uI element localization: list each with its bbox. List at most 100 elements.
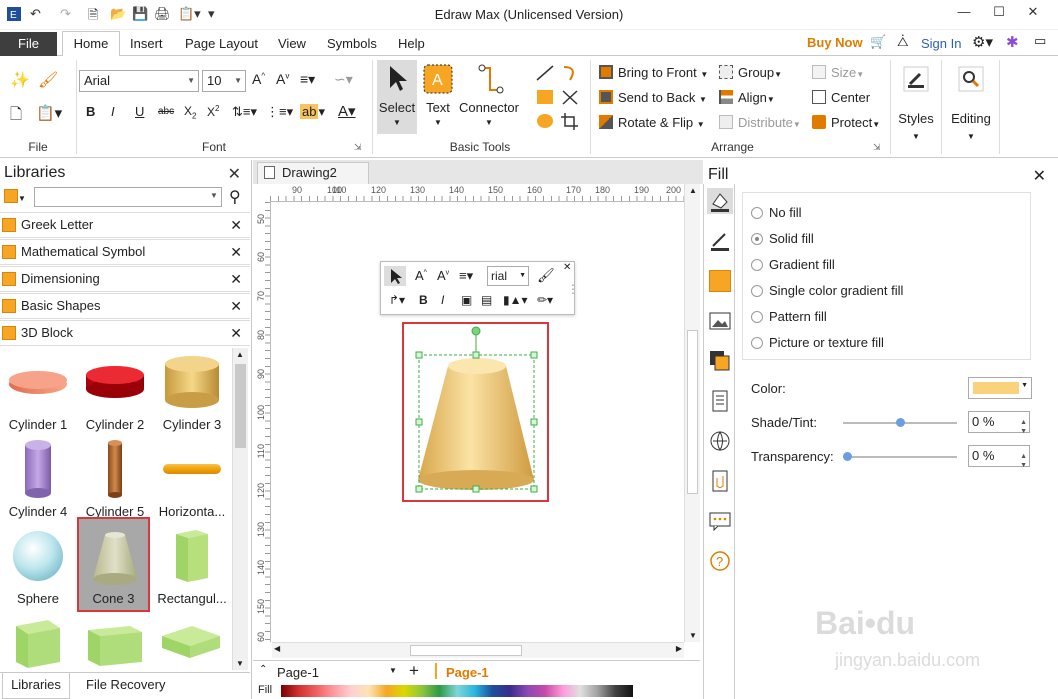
- bullets-icon[interactable]: ⋮≡▾: [266, 104, 293, 120]
- shape-cylinder-5[interactable]: Cylinder 5: [77, 435, 153, 521]
- text-tool-button[interactable]: A Text ▼: [420, 60, 456, 134]
- page-select[interactable]: Page-1: [277, 665, 319, 680]
- shape-cylinder-4[interactable]: Cylinder 4: [0, 435, 76, 521]
- library-scrollbar[interactable]: ▲ ▼: [232, 348, 248, 670]
- chevron-down-icon[interactable]: ▼: [1020, 422, 1027, 442]
- font-name-select[interactable]: Arial ▼: [79, 70, 199, 92]
- shape-rectangular-block[interactable]: Rectangul...: [154, 522, 230, 608]
- vertical-scrollbar[interactable]: ▲ ▼: [684, 184, 700, 642]
- brush-icon[interactable]: 🖌: [537, 267, 555, 284]
- close-icon[interactable]: ✕: [1033, 166, 1046, 186]
- chevron-down-icon[interactable]: ▼: [1020, 456, 1027, 476]
- tab-file-recovery[interactable]: File Recovery: [86, 673, 165, 699]
- pen-tool-icon[interactable]: [560, 88, 580, 106]
- underline-icon[interactable]: U: [135, 104, 144, 119]
- cone-shape[interactable]: [410, 322, 544, 498]
- transparency-slider[interactable]: [843, 456, 957, 458]
- shape-horizontal-cylinder[interactable]: Horizonta...: [154, 435, 230, 521]
- tab-drawing2[interactable]: Drawing2: [257, 162, 369, 184]
- increase-font-icon[interactable]: A^: [415, 268, 427, 283]
- scrollbar-thumb[interactable]: [410, 645, 522, 656]
- shape-cone-3[interactable]: Cone 3: [77, 517, 150, 612]
- close-icon[interactable]: ✕: [230, 294, 242, 318]
- maximize-icon[interactable]: ☐: [987, 4, 1011, 20]
- transparency-slider-thumb[interactable]: [843, 452, 852, 461]
- share-icon[interactable]: ⧊: [897, 34, 909, 50]
- send-to-back-button[interactable]: Send to Back ▼: [599, 90, 707, 105]
- library-search-input[interactable]: [34, 187, 222, 207]
- tab-libraries[interactable]: Libraries: [2, 673, 70, 699]
- bold-icon[interactable]: B: [86, 104, 95, 119]
- close-icon[interactable]: ✕: [230, 321, 242, 345]
- library-category-dimensioning[interactable]: Dimensioning ✕: [0, 266, 250, 292]
- chevron-down-icon[interactable]: ▼: [210, 191, 218, 200]
- layers-icon[interactable]: [709, 350, 731, 372]
- brush-icon[interactable]: 🖌: [38, 70, 58, 90]
- color-picker[interactable]: ▼: [968, 377, 1032, 399]
- buy-now-link[interactable]: Buy Now: [807, 35, 863, 50]
- fill-option-no-fill[interactable]: No fill: [751, 205, 802, 220]
- toolbar-grip-icon[interactable]: ⋮: [567, 282, 579, 296]
- bring-to-front-icon[interactable]: ▣: [461, 293, 472, 307]
- subscript-icon[interactable]: X2: [184, 104, 196, 120]
- line-tool-icon[interactable]: [535, 64, 555, 82]
- close-icon[interactable]: ✕: [230, 267, 242, 291]
- rectangle-tool-icon[interactable]: [535, 88, 555, 106]
- close-icon[interactable]: ✕: [228, 164, 241, 184]
- tab-symbols[interactable]: Symbols: [327, 36, 377, 51]
- font-dialog-launcher-icon[interactable]: ⇲: [354, 142, 362, 153]
- help-icon[interactable]: ?: [709, 550, 731, 572]
- close-icon[interactable]: ✕: [230, 213, 242, 237]
- chevron-left-icon[interactable]: ◀: [274, 644, 280, 653]
- tab-page-layout[interactable]: Page Layout: [185, 36, 258, 51]
- cube-shape-icon[interactable]: [12, 616, 64, 668]
- color-swatches[interactable]: [281, 685, 633, 697]
- minimize-icon[interactable]: —: [952, 4, 976, 19]
- transparency-input[interactable]: 0 % ▲ ▼: [968, 445, 1030, 469]
- align-text-icon[interactable]: ≡▾: [459, 268, 473, 284]
- copy-icon[interactable]: 🗋: [10, 104, 22, 129]
- tab-help[interactable]: Help: [398, 36, 425, 51]
- font-size-select[interactable]: 10 ▼: [202, 70, 246, 92]
- rotate-flip-button[interactable]: Rotate & Flip ▼: [599, 115, 705, 130]
- library-category-basic-shapes[interactable]: Basic Shapes ✕: [0, 293, 250, 319]
- increase-font-icon[interactable]: A^: [252, 71, 265, 87]
- page-tab-active[interactable]: Page-1: [446, 665, 489, 680]
- document-properties-icon[interactable]: [709, 390, 731, 412]
- superscript-icon[interactable]: X2: [207, 104, 219, 119]
- protect-button[interactable]: Protect▼: [812, 115, 880, 130]
- bring-to-front-button[interactable]: Bring to Front ▼: [599, 65, 708, 80]
- align-button[interactable]: Align▼: [719, 90, 775, 105]
- decrease-font-icon[interactable]: Av: [276, 71, 289, 87]
- scrollbar-thumb[interactable]: [235, 364, 246, 448]
- paragraph-spacing-icon[interactable]: ⇅≡▾: [232, 104, 257, 120]
- sign-in-link[interactable]: Sign In: [921, 36, 961, 51]
- tab-home[interactable]: Home: [62, 31, 120, 57]
- font-color-icon[interactable]: A▾: [338, 102, 356, 120]
- chevron-down-icon[interactable]: ▼: [689, 631, 697, 640]
- close-icon[interactable]: ✕: [230, 240, 242, 264]
- fill-option-single-color-gradient[interactable]: Single color gradient fill: [751, 283, 903, 298]
- attachment-icon[interactable]: [709, 470, 731, 492]
- distribute-button[interactable]: Distribute▼: [719, 115, 801, 130]
- float-font-select[interactable]: rial ▼: [487, 266, 529, 286]
- decrease-font-icon[interactable]: Av: [437, 268, 449, 283]
- italic-icon[interactable]: I: [111, 104, 115, 119]
- fill-option-pattern-fill[interactable]: Pattern fill: [751, 309, 827, 324]
- library-category-greek-letter[interactable]: Greek Letter ✕: [0, 212, 250, 238]
- theme-icon[interactable]: ✱: [1006, 33, 1019, 51]
- close-icon[interactable]: ✕: [1021, 4, 1045, 20]
- shape-cylinder-1[interactable]: Cylinder 1: [0, 348, 76, 434]
- line-style-icon[interactable]: [709, 230, 731, 252]
- arrange-dialog-launcher-icon[interactable]: ⇲: [873, 142, 881, 153]
- select-tool-button[interactable]: Select ▼: [377, 60, 417, 134]
- close-icon[interactable]: ✕: [563, 262, 571, 273]
- tab-insert[interactable]: Insert: [130, 36, 163, 51]
- size-button[interactable]: Size▼: [812, 65, 864, 80]
- connector-tool-button[interactable]: Connector ▼: [458, 60, 520, 134]
- shape-cylinder-2[interactable]: Cylinder 2: [77, 348, 153, 434]
- pointer-icon[interactable]: [384, 266, 406, 286]
- shadow-icon[interactable]: [709, 270, 731, 292]
- shade-tint-input[interactable]: 0 % ▲ ▼: [968, 411, 1030, 435]
- text-background-icon[interactable]: ab ▾: [300, 104, 325, 120]
